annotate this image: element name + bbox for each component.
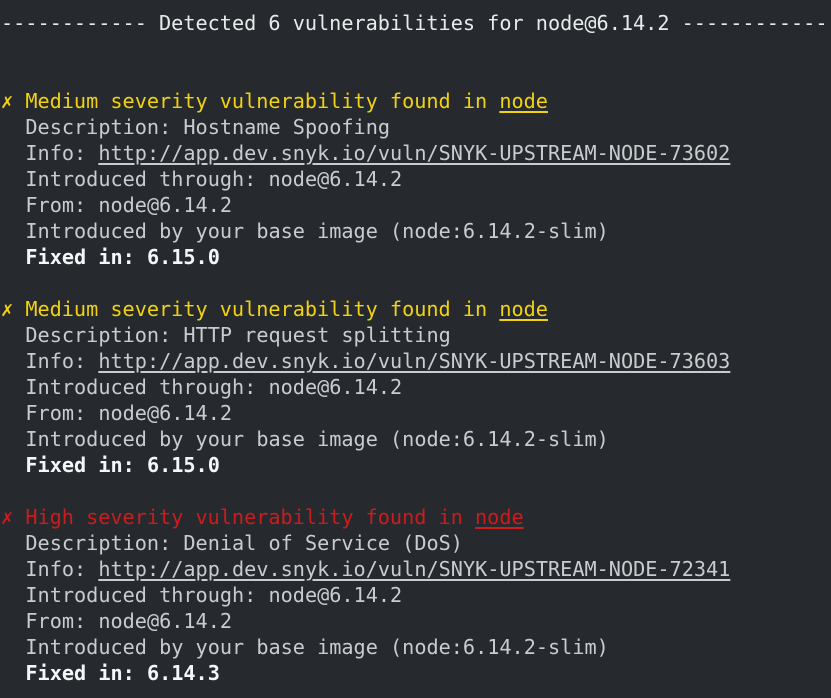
fixed-in-line: Fixed in: 6.15.0: [1, 452, 831, 478]
info-line: Info: http://app.dev.snyk.io/vuln/SNYK-U…: [1, 348, 831, 374]
fixed-in-line: Fixed in: 6.15.0: [1, 244, 831, 270]
cross-mark-icon: ✗: [1, 505, 14, 529]
header-dashes-right: ------------: [681, 11, 828, 35]
introduced-through-label: Introduced through:: [25, 583, 257, 607]
introduced-through-line: Introduced through: node@6.14.2: [1, 166, 831, 192]
info-label: Info:: [25, 141, 87, 165]
info-line: Info: http://app.dev.snyk.io/vuln/SNYK-U…: [1, 556, 831, 582]
fixed-in-version: 6.15.0: [146, 245, 220, 269]
package-name: node: [499, 297, 548, 321]
fixed-in-version: 6.15.0: [146, 453, 220, 477]
introduced-through-value: node@6.14.2: [268, 167, 403, 191]
introduced-through-line: Introduced through: node@6.14.2: [1, 374, 831, 400]
fixed-in-line: Fixed in: 6.14.3: [1, 660, 831, 686]
description-label: Description:: [25, 323, 172, 347]
vulnerability-link[interactable]: http://app.dev.snyk.io/vuln/SNYK-UPSTREA…: [98, 141, 730, 165]
description-label: Description:: [25, 531, 172, 555]
description-value: Denial of Service (DoS): [183, 531, 463, 555]
vulnerability-entry: ✗ Medium severity vulnerability found in…: [1, 296, 831, 478]
description-line: Description: Denial of Service (DoS): [1, 530, 831, 556]
description-label: Description:: [25, 115, 172, 139]
cross-mark-icon: ✗: [1, 297, 14, 321]
base-image-note: Introduced by your base image (node:6.14…: [25, 219, 609, 243]
introduced-through-line: Introduced through: node@6.14.2: [1, 582, 831, 608]
vulnerability-heading: ✗ Medium severity vulnerability found in…: [1, 296, 831, 322]
introduced-through-value: node@6.14.2: [268, 583, 403, 607]
fixed-in-label: Fixed in:: [25, 245, 135, 269]
vulnerability-entry: ✗ High severity vulnerability found in n…: [1, 504, 831, 686]
description-line: Description: HTTP request splitting: [1, 322, 831, 348]
introduced-through-value: node@6.14.2: [268, 375, 403, 399]
fixed-in-label: Fixed in:: [25, 661, 135, 685]
description-value: HTTP request splitting: [183, 323, 451, 347]
from-label: From:: [25, 609, 87, 633]
base-image-note: Introduced by your base image (node:6.14…: [25, 635, 609, 659]
from-value: node@6.14.2: [98, 193, 233, 217]
vulnerability-link[interactable]: http://app.dev.snyk.io/vuln/SNYK-UPSTREA…: [98, 349, 730, 373]
from-line: From: node@6.14.2: [1, 192, 831, 218]
scan-summary-header: ------------ Detected 6 vulnerabilities …: [1, 10, 831, 36]
from-value: node@6.14.2: [98, 401, 233, 425]
package-name: node: [499, 89, 548, 113]
from-line: From: node@6.14.2: [1, 608, 831, 634]
vulnerability-entry: ✗ Medium severity vulnerability found in…: [1, 88, 831, 270]
info-label: Info:: [25, 349, 87, 373]
fixed-in-version: 6.14.3: [146, 661, 220, 685]
header-dashes-left: ------------: [1, 11, 147, 35]
base-image-note: Introduced by your base image (node:6.14…: [25, 427, 609, 451]
vulnerability-link[interactable]: http://app.dev.snyk.io/vuln/SNYK-UPSTREA…: [98, 557, 730, 581]
description-line: Description: Hostname Spoofing: [1, 114, 831, 140]
terminal-output: ------------ Detected 6 vulnerabilities …: [0, 0, 831, 686]
info-label: Info:: [25, 557, 87, 581]
severity-heading-text: High severity vulnerability found in: [25, 505, 463, 529]
from-label: From:: [25, 401, 87, 425]
from-line: From: node@6.14.2: [1, 400, 831, 426]
vulnerability-heading: ✗ High severity vulnerability found in n…: [1, 504, 831, 530]
introduced-through-label: Introduced through:: [25, 167, 257, 191]
introduced-through-label: Introduced through:: [25, 375, 257, 399]
cross-mark-icon: ✗: [1, 89, 14, 113]
from-label: From:: [25, 193, 87, 217]
from-value: node@6.14.2: [98, 609, 233, 633]
info-line: Info: http://app.dev.snyk.io/vuln/SNYK-U…: [1, 140, 831, 166]
package-name: node: [475, 505, 524, 529]
severity-heading-text: Medium severity vulnerability found in: [25, 297, 488, 321]
severity-heading-text: Medium severity vulnerability found in: [25, 89, 488, 113]
description-value: Hostname Spoofing: [183, 115, 391, 139]
vulnerability-heading: ✗ Medium severity vulnerability found in…: [1, 88, 831, 114]
scan-summary-title: Detected 6 vulnerabilities for node@6.14…: [159, 11, 670, 35]
fixed-in-label: Fixed in:: [25, 453, 135, 477]
